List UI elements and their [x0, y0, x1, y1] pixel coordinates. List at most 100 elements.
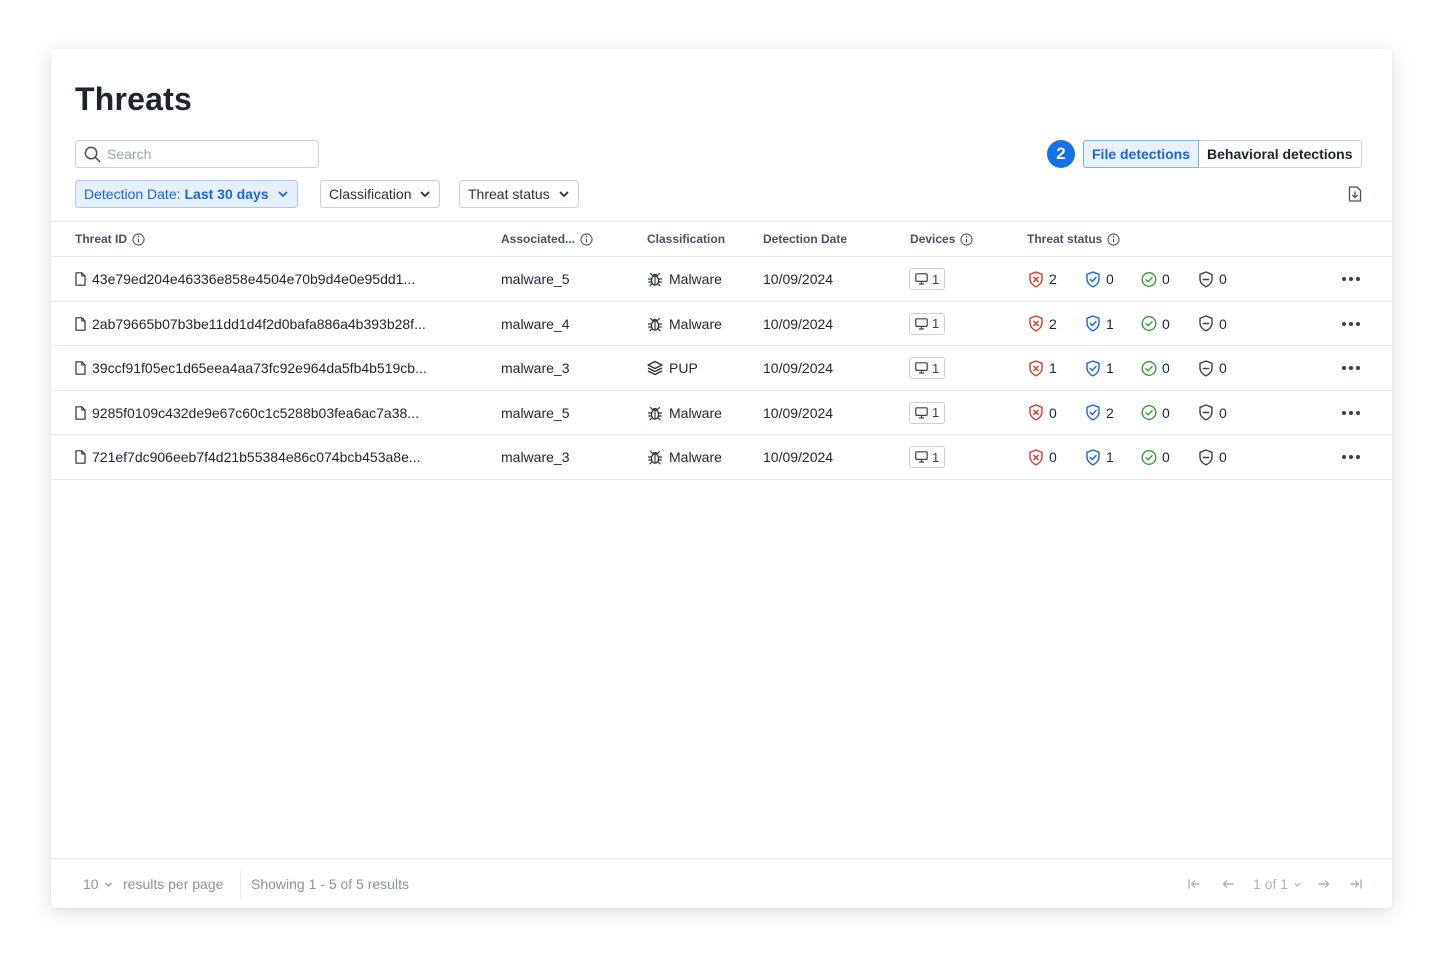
- quarantined-stat[interactable]: 2: [1085, 391, 1114, 435]
- column-associated-label: Associated...: [501, 232, 576, 246]
- quarantined-shield-icon: [1086, 270, 1100, 287]
- other-status-stat[interactable]: 0: [1198, 302, 1227, 346]
- column-associated[interactable]: Associated...: [501, 222, 593, 256]
- quarantined-stat[interactable]: 1: [1085, 346, 1114, 390]
- file-icon: [75, 316, 86, 331]
- active-threats-stat[interactable]: 0: [1028, 435, 1057, 479]
- row-actions-button[interactable]: [1341, 435, 1361, 479]
- search-box[interactable]: [75, 140, 319, 168]
- row-actions-button[interactable]: [1341, 257, 1361, 301]
- other-status-stat[interactable]: 0: [1198, 346, 1227, 390]
- shield-icon: [1199, 315, 1213, 332]
- search-input[interactable]: [107, 146, 307, 162]
- page-title: Threats: [75, 81, 192, 117]
- threat-id: 39ccf91f05ec1d65eea4aa73fc92e964da5fb4b5…: [92, 360, 427, 376]
- resolved-stat[interactable]: 0: [1141, 391, 1170, 435]
- quarantined-shield-icon: [1086, 448, 1100, 465]
- file-icon: [75, 272, 86, 286]
- active-threat-shield-icon: [1029, 359, 1043, 376]
- table-row[interactable]: 9285f0109c432de9e67c60c1c5288b03fea6ac7a…: [51, 391, 1392, 435]
- info-icon[interactable]: [960, 232, 973, 246]
- monitor-icon: [915, 451, 928, 463]
- per-page-select[interactable]: 10: [83, 859, 113, 908]
- info-icon[interactable]: [1107, 232, 1120, 246]
- table-row[interactable]: 721ef7dc906eeb7f4d21b55384e86c074bcb453a…: [51, 435, 1392, 480]
- other-status-stat[interactable]: 0: [1198, 257, 1227, 301]
- row-actions-button[interactable]: [1341, 302, 1361, 346]
- devices-badge[interactable]: 1: [909, 401, 946, 424]
- threat-id: 721ef7dc906eeb7f4d21b55384e86c074bcb453a…: [92, 449, 421, 465]
- per-page-label: results per page: [123, 876, 224, 892]
- quarantined-count: 1: [1106, 449, 1114, 465]
- table-row[interactable]: 43e79ed204e46336e858e4504e70b9d4e0e95dd1…: [51, 257, 1392, 302]
- threat-id-cell[interactable]: 9285f0109c432de9e67c60c1c5288b03fea6ac7a…: [75, 391, 419, 435]
- table-row[interactable]: 2ab79665b07b3be11dd1d4f2d0bafa886a4b393b…: [51, 302, 1392, 346]
- column-threat-status[interactable]: Threat status: [1027, 222, 1120, 256]
- resolved-stat[interactable]: 0: [1141, 435, 1170, 479]
- next-page-icon[interactable]: [1317, 877, 1331, 891]
- page-select[interactable]: 1 of 1: [1253, 859, 1302, 908]
- threat-id-cell[interactable]: 721ef7dc906eeb7f4d21b55384e86c074bcb453a…: [75, 435, 421, 479]
- chevron-down-icon: [278, 191, 287, 197]
- column-classification-label: Classification: [647, 232, 726, 246]
- first-page-icon[interactable]: [1187, 877, 1201, 891]
- active-threats-stat[interactable]: 0: [1028, 391, 1057, 435]
- detection-date-cell: 10/09/2024: [763, 315, 834, 332]
- detection-date-filter[interactable]: Detection Date: Last 30 days: [75, 180, 298, 208]
- active-threat-shield-icon: [1029, 315, 1043, 332]
- monitor-icon: [915, 273, 928, 285]
- quarantined-stat[interactable]: 1: [1085, 302, 1114, 346]
- classification-filter[interactable]: Classification: [320, 180, 441, 208]
- quarantined-count: 1: [1106, 315, 1114, 332]
- devices-badge[interactable]: 1: [909, 357, 946, 379]
- tab-behavioral-detections[interactable]: Behavioral detections: [1199, 140, 1362, 168]
- info-icon[interactable]: [132, 232, 145, 246]
- column-detection-date[interactable]: Detection Date: [763, 222, 847, 256]
- other-status-stat[interactable]: 0: [1198, 391, 1227, 435]
- export-file-icon[interactable]: [1348, 186, 1362, 202]
- column-devices-label: Devices: [910, 232, 956, 246]
- row-actions-button[interactable]: [1341, 346, 1361, 390]
- other-status-stat[interactable]: 0: [1198, 435, 1227, 479]
- shield-icon: [1199, 270, 1213, 287]
- prev-page-icon[interactable]: [1221, 877, 1235, 891]
- devices-badge[interactable]: 1: [909, 268, 946, 290]
- resolved-count: 0: [1162, 271, 1170, 287]
- row-actions-button[interactable]: [1341, 391, 1361, 435]
- tab-file-detections[interactable]: File detections: [1083, 140, 1200, 168]
- threats-panel: Threats 2 File detections Behavioral det…: [51, 49, 1392, 908]
- active-threats-stat[interactable]: 2: [1028, 302, 1057, 346]
- resolved-stat[interactable]: 0: [1141, 346, 1170, 390]
- resolved-check-circle-icon: [1141, 271, 1157, 287]
- quarantined-stat[interactable]: 0: [1085, 257, 1114, 301]
- layers-icon: [647, 360, 663, 376]
- threat-id-cell[interactable]: 43e79ed204e46336e858e4504e70b9d4e0e95dd1…: [75, 257, 415, 301]
- table-row[interactable]: 39ccf91f05ec1d65eea4aa73fc92e964da5fb4b5…: [51, 346, 1392, 391]
- search-icon: [84, 146, 101, 162]
- resolved-stat[interactable]: 0: [1141, 302, 1170, 346]
- resolved-check-circle-icon: [1141, 360, 1157, 376]
- devices-count: 1: [932, 449, 940, 465]
- bug-icon: [647, 317, 663, 331]
- column-threat-id[interactable]: Threat ID: [75, 222, 145, 256]
- threat-status-filter[interactable]: Threat status: [459, 180, 579, 208]
- other-count: 0: [1219, 404, 1227, 421]
- devices-count: 1: [932, 271, 940, 287]
- column-devices[interactable]: Devices: [910, 222, 973, 256]
- active-count: 0: [1049, 449, 1057, 465]
- info-icon[interactable]: [580, 232, 593, 246]
- devices-badge[interactable]: 1: [909, 312, 946, 335]
- devices-cell: 1: [909, 435, 946, 479]
- last-page-icon[interactable]: [1349, 877, 1363, 891]
- resolved-count: 0: [1162, 449, 1170, 465]
- threat-id-cell[interactable]: 39ccf91f05ec1d65eea4aa73fc92e964da5fb4b5…: [75, 346, 427, 390]
- active-threats-stat[interactable]: 2: [1028, 257, 1057, 301]
- column-classification[interactable]: Classification: [647, 222, 725, 256]
- quarantined-stat[interactable]: 1: [1085, 435, 1114, 479]
- active-threats-stat[interactable]: 1: [1028, 346, 1057, 390]
- threat-id-cell[interactable]: 2ab79665b07b3be11dd1d4f2d0bafa886a4b393b…: [75, 302, 426, 346]
- page-indicator: 1 of 1: [1253, 876, 1289, 892]
- associated-cell: malware_5: [501, 271, 570, 287]
- resolved-stat[interactable]: 0: [1141, 257, 1170, 301]
- devices-badge[interactable]: 1: [909, 446, 946, 468]
